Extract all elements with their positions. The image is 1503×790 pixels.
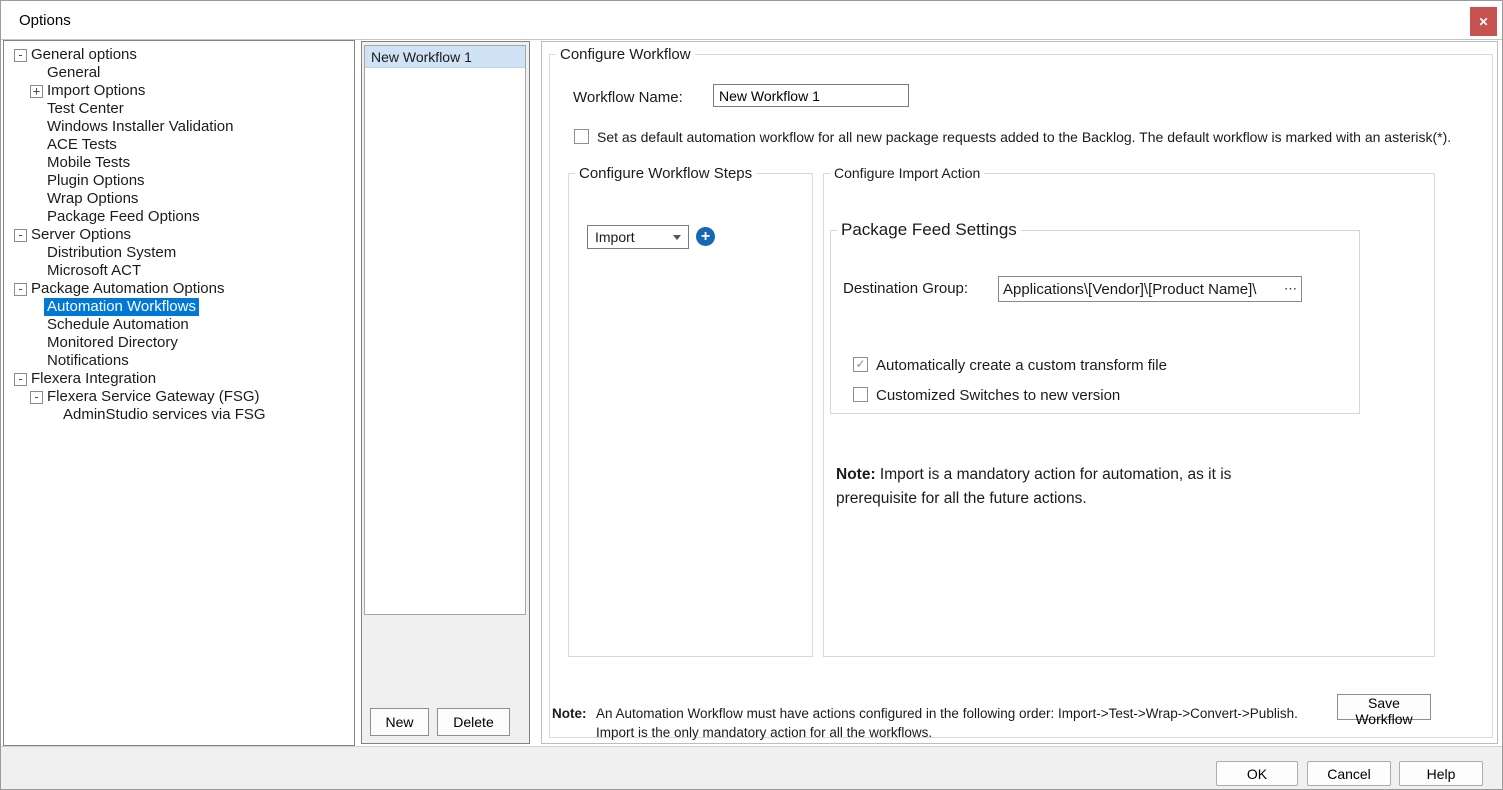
tree-item-label: Schedule Automation xyxy=(44,316,192,334)
new-workflow-button[interactable]: New xyxy=(370,708,429,736)
auto-transform-checkbox[interactable]: ✓ xyxy=(853,357,868,372)
tree-item-label: Wrap Options xyxy=(44,190,141,208)
ok-button[interactable]: OK xyxy=(1216,761,1298,786)
minus-expander-icon[interactable]: - xyxy=(14,229,27,242)
tree-item-general-options[interactable]: -General options xyxy=(4,46,354,64)
workflow-list-panel: New Workflow 1 New Delete xyxy=(361,41,530,744)
import-action-note: Note: Import is a mandatory action for a… xyxy=(836,463,1276,511)
tree-item-label: Monitored Directory xyxy=(44,334,181,352)
tree-item-microsoft-act[interactable]: Microsoft ACT xyxy=(4,262,354,280)
configure-workflow-steps-title: Configure Workflow Steps xyxy=(575,165,756,182)
tree-item-general[interactable]: General xyxy=(4,64,354,82)
destination-group-value: Applications\[Vendor]\[Product Name]\ xyxy=(1003,281,1256,298)
tree-item-automation-workflows[interactable]: Automation Workflows xyxy=(4,298,354,316)
tree-item-schedule-automation[interactable]: Schedule Automation xyxy=(4,316,354,334)
help-button[interactable]: Help xyxy=(1399,761,1483,786)
minus-expander-icon[interactable]: - xyxy=(14,49,27,62)
tree-item-server-options[interactable]: -Server Options xyxy=(4,226,354,244)
tree-item-label: Package Feed Options xyxy=(44,208,203,226)
workflow-order-note: Note: An Automation Workflow must have a… xyxy=(552,704,1298,742)
configure-workflow-group: Configure Workflow Workflow Name: Set as… xyxy=(549,46,1493,738)
tree-item-label: Plugin Options xyxy=(44,172,148,190)
tree-item-label: Microsoft ACT xyxy=(44,262,144,280)
tree-item-label: Mobile Tests xyxy=(44,154,133,172)
configure-workflow-panel: Configure Workflow Workflow Name: Set as… xyxy=(541,41,1498,744)
tree-item-ace-tests[interactable]: ACE Tests xyxy=(4,136,354,154)
window-title: Options xyxy=(19,12,71,29)
configure-workflow-group-title: Configure Workflow xyxy=(556,46,695,63)
options-dialog: Options ✕ -General optionsGeneral+Import… xyxy=(0,0,1503,790)
tree-item-distribution-system[interactable]: Distribution System xyxy=(4,244,354,262)
workflow-name-label: Workflow Name: xyxy=(573,89,683,106)
workflow-order-note-line1: An Automation Workflow must have actions… xyxy=(596,704,1298,723)
tree-item-plugin-options[interactable]: Plugin Options xyxy=(4,172,354,190)
save-workflow-button[interactable]: Save Workflow xyxy=(1337,694,1431,720)
workflow-order-note-line2: Import is the only mandatory action for … xyxy=(596,723,1298,742)
minus-expander-icon[interactable]: - xyxy=(14,373,27,386)
minus-expander-icon[interactable]: - xyxy=(30,391,43,404)
close-button[interactable]: ✕ xyxy=(1470,7,1497,36)
tree-item-label: Distribution System xyxy=(44,244,179,262)
tree-item-label: AdminStudio services via FSG xyxy=(60,406,269,424)
configure-import-action-group: Configure Import Action Package Feed Set… xyxy=(823,165,1435,657)
workflow-step-value: Import xyxy=(595,229,635,245)
tree-item-mobile-tests[interactable]: Mobile Tests xyxy=(4,154,354,172)
tree-item-label: Test Center xyxy=(44,100,127,118)
customized-switches-checkbox[interactable] xyxy=(853,387,868,402)
delete-workflow-button[interactable]: Delete xyxy=(437,708,510,736)
plus-icon: + xyxy=(701,228,710,245)
tree-item-flexera-service-gateway-fsg[interactable]: -Flexera Service Gateway (FSG) xyxy=(4,388,354,406)
tree-item-windows-installer-validation[interactable]: Windows Installer Validation xyxy=(4,118,354,136)
options-tree: -General optionsGeneral+Import OptionsTe… xyxy=(3,40,355,746)
tree-item-import-options[interactable]: +Import Options xyxy=(4,82,354,100)
package-feed-settings-title: Package Feed Settings xyxy=(837,220,1021,240)
tree-item-label: Flexera Integration xyxy=(28,370,159,388)
tree-item-label: General xyxy=(44,64,103,82)
tree-item-wrap-options[interactable]: Wrap Options xyxy=(4,190,354,208)
tree-item-label: Server Options xyxy=(28,226,134,244)
import-action-note-label: Note: xyxy=(836,466,876,483)
import-action-note-text: Import is a mandatory action for automat… xyxy=(836,466,1231,507)
chevron-down-icon xyxy=(673,235,681,240)
title-bar: Options ✕ xyxy=(1,1,1502,40)
tree-item-package-automation-options[interactable]: -Package Automation Options xyxy=(4,280,354,298)
configure-import-action-title: Configure Import Action xyxy=(830,165,984,181)
tree-item-label: Import Options xyxy=(44,82,148,100)
default-workflow-checkbox-label: Set as default automation workflow for a… xyxy=(597,129,1451,145)
add-step-button[interactable]: + xyxy=(696,227,715,246)
workflow-name-input[interactable] xyxy=(713,84,909,107)
plus-expander-icon[interactable]: + xyxy=(30,85,43,98)
minus-expander-icon[interactable]: - xyxy=(14,283,27,296)
tree-item-label: Flexera Service Gateway (FSG) xyxy=(44,388,263,406)
close-icon: ✕ xyxy=(1478,15,1488,29)
default-workflow-checkbox[interactable] xyxy=(574,129,589,144)
tree-item-test-center[interactable]: Test Center xyxy=(4,100,354,118)
tree-item-label: Notifications xyxy=(44,352,132,370)
dialog-footer: OK Cancel Help xyxy=(1,746,1502,790)
cancel-button[interactable]: Cancel xyxy=(1307,761,1391,786)
auto-transform-checkbox-label: Automatically create a custom transform … xyxy=(876,357,1167,374)
workflow-step-dropdown[interactable]: Import xyxy=(587,225,689,249)
tree-item-label: Automation Workflows xyxy=(44,298,199,316)
destination-group-label: Destination Group: xyxy=(843,280,968,297)
package-feed-settings-group: Package Feed Settings Destination Group:… xyxy=(830,220,1360,414)
workflow-order-note-label: Note: xyxy=(552,704,587,723)
customized-switches-checkbox-label: Customized Switches to new version xyxy=(876,387,1120,404)
browse-ellipsis-icon[interactable]: ⋯ xyxy=(1281,281,1297,297)
tree-item-label: Windows Installer Validation xyxy=(44,118,236,136)
tree-item-notifications[interactable]: Notifications xyxy=(4,352,354,370)
tree-item-label: General options xyxy=(28,46,140,64)
tree-item-package-feed-options[interactable]: Package Feed Options xyxy=(4,208,354,226)
list-item-new-workflow-1[interactable]: New Workflow 1 xyxy=(365,46,525,68)
configure-workflow-steps-group: Configure Workflow Steps Import + xyxy=(568,165,813,657)
destination-group-input[interactable]: Applications\[Vendor]\[Product Name]\ ⋯ xyxy=(998,276,1302,302)
tree-item-label: ACE Tests xyxy=(44,136,120,154)
tree-item-adminstudio-services-via-fsg[interactable]: AdminStudio services via FSG xyxy=(4,406,354,424)
workflow-list: New Workflow 1 xyxy=(364,45,526,615)
tree-item-monitored-directory[interactable]: Monitored Directory xyxy=(4,334,354,352)
tree-item-flexera-integration[interactable]: -Flexera Integration xyxy=(4,370,354,388)
tree-item-label: Package Automation Options xyxy=(28,280,227,298)
